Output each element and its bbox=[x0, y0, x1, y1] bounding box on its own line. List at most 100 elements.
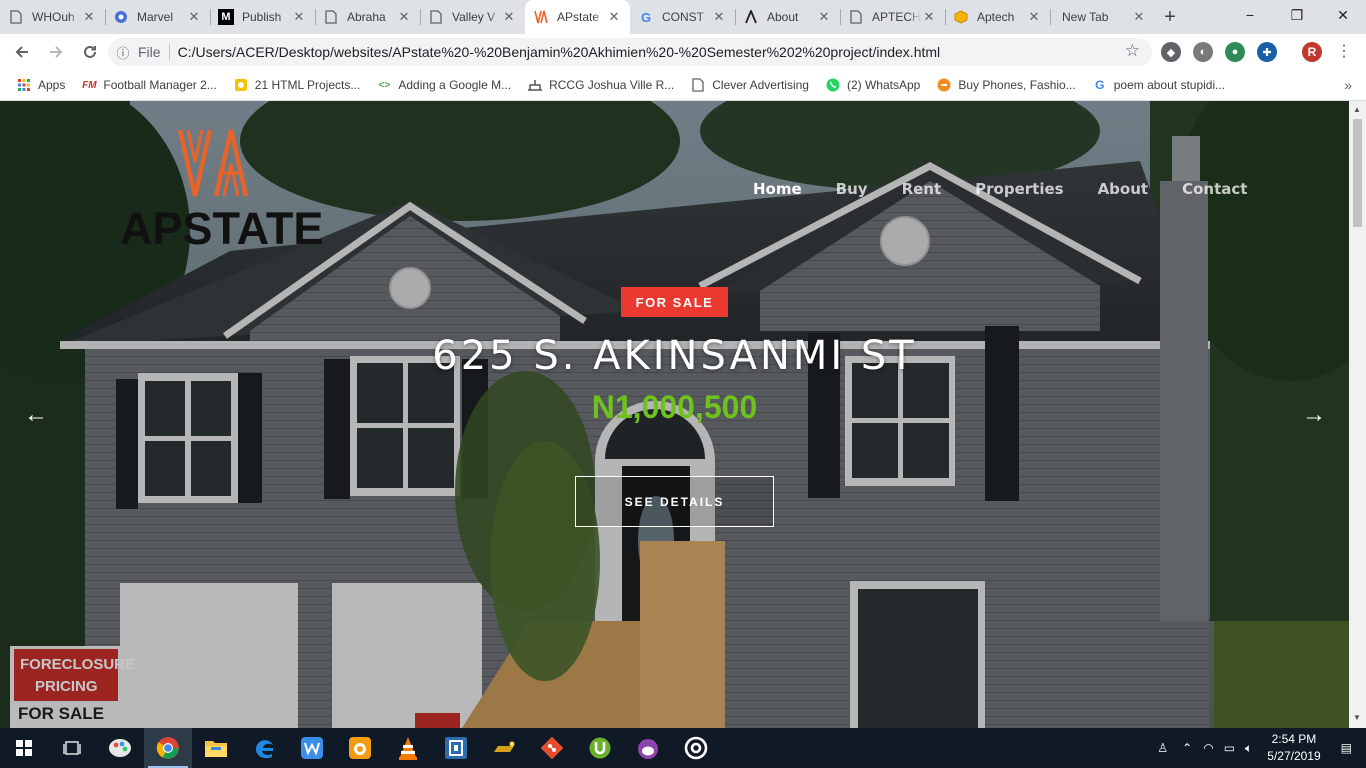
bookmark-item[interactable]: FM Football Manager 2... bbox=[81, 77, 217, 93]
cube-icon bbox=[953, 9, 969, 25]
maximize-button[interactable]: ❐ bbox=[1274, 0, 1320, 30]
browser-tab[interactable]: About ✕ bbox=[735, 0, 840, 34]
utorrent-icon bbox=[589, 737, 611, 759]
nav-buy[interactable]: Buy bbox=[819, 177, 885, 201]
taskbar-app-cat[interactable] bbox=[624, 728, 672, 768]
volume-icon[interactable]: 🔈︎ bbox=[1240, 741, 1257, 756]
scroll-down-icon[interactable]: ▼ bbox=[1353, 713, 1361, 722]
taskbar-app-utorrent[interactable] bbox=[576, 728, 624, 768]
nav-contact[interactable]: Contact bbox=[1165, 177, 1264, 201]
taskbar-clock[interactable]: 2:54 PM 5/27/2019 bbox=[1257, 731, 1330, 765]
site-logo[interactable]: APSTATE bbox=[120, 128, 323, 251]
taskbar-app-file-explorer[interactable] bbox=[192, 728, 240, 768]
bookmark-star-icon[interactable]: ☆ bbox=[1125, 41, 1140, 61]
extension-globe-icon[interactable]: ● bbox=[1225, 42, 1245, 62]
taskbar-app-paint[interactable] bbox=[96, 728, 144, 768]
close-icon[interactable]: ✕ bbox=[921, 9, 937, 25]
taskbar-app-uc-browser[interactable] bbox=[336, 728, 384, 768]
close-window-button[interactable]: ✕ bbox=[1320, 0, 1366, 30]
globe-icon bbox=[113, 9, 129, 25]
taskbar-app-git[interactable] bbox=[528, 728, 576, 768]
carousel-prev-arrow-icon[interactable]: ← bbox=[24, 401, 48, 429]
folder-icon bbox=[205, 741, 227, 757]
taskbar-app-blue[interactable] bbox=[432, 728, 480, 768]
page-icon bbox=[848, 9, 864, 25]
close-icon[interactable]: ✕ bbox=[711, 9, 727, 25]
menu-kebab-icon[interactable]: ⋮ bbox=[1336, 41, 1352, 61]
profile-avatar[interactable]: R bbox=[1302, 42, 1322, 62]
url-text[interactable]: C:/Users/ACER/Desktop/websites/APstate%2… bbox=[178, 44, 941, 60]
extension-icon[interactable]: ◐ bbox=[1193, 42, 1213, 62]
page-icon bbox=[428, 9, 444, 25]
chevron-up-icon[interactable]: ⌃ bbox=[1176, 741, 1198, 755]
browser-tab-active[interactable]: APstate ✕ bbox=[525, 0, 630, 34]
close-icon[interactable]: ✕ bbox=[186, 9, 202, 25]
scroll-up-icon[interactable]: ▲ bbox=[1353, 105, 1361, 114]
new-tab-button[interactable]: + bbox=[1155, 0, 1185, 34]
browser-tab[interactable]: WHOuh ✕ bbox=[0, 0, 105, 34]
yellow-diamond-icon bbox=[233, 77, 249, 93]
wifi-icon[interactable]: ◠ bbox=[1198, 741, 1218, 755]
task-view-button[interactable] bbox=[48, 728, 96, 768]
taskbar-app-lamp[interactable] bbox=[480, 728, 528, 768]
bookmark-item[interactable]: Buy Phones, Fashio... bbox=[936, 77, 1076, 93]
notifications-icon[interactable]: ▤ bbox=[1331, 741, 1366, 755]
bookmark-label: Adding a Google M... bbox=[398, 78, 512, 92]
people-icon[interactable]: ♙ bbox=[1149, 741, 1176, 755]
close-icon[interactable]: ✕ bbox=[1131, 9, 1147, 25]
nav-properties[interactable]: Properties bbox=[958, 177, 1080, 201]
close-icon[interactable]: ✕ bbox=[291, 9, 307, 25]
taskbar-app-vlc[interactable] bbox=[384, 728, 432, 768]
forward-button[interactable] bbox=[40, 36, 72, 68]
close-icon[interactable]: ✕ bbox=[1026, 9, 1042, 25]
minimize-button[interactable]: − bbox=[1227, 0, 1273, 30]
bookmarks-overflow-icon[interactable]: » bbox=[1344, 77, 1352, 93]
page-scrollbar[interactable]: ▲ ▼ bbox=[1349, 101, 1366, 728]
browser-tab[interactable]: Marvel ✕ bbox=[105, 0, 210, 34]
back-button[interactable] bbox=[6, 36, 38, 68]
bookmark-item[interactable]: G poem about stupidi... bbox=[1092, 77, 1225, 93]
taskbar-app-target[interactable] bbox=[672, 728, 720, 768]
close-icon[interactable]: ✕ bbox=[606, 9, 622, 25]
browser-tab[interactable]: APTECH ✕ bbox=[840, 0, 945, 34]
nav-rent[interactable]: Rent bbox=[885, 177, 959, 201]
info-icon[interactable]: ⓘ bbox=[108, 43, 138, 62]
taskbar-app-wps[interactable] bbox=[288, 728, 336, 768]
apps-grid-icon bbox=[16, 77, 32, 93]
bookmark-item[interactable]: <> Adding a Google M... bbox=[376, 77, 512, 93]
see-details-button[interactable]: SEE DETAILS bbox=[575, 476, 774, 527]
close-icon[interactable]: ✕ bbox=[396, 9, 412, 25]
bookmark-apps[interactable]: Apps bbox=[16, 77, 65, 93]
browser-tab[interactable]: Valley V ✕ bbox=[420, 0, 525, 34]
close-icon[interactable]: ✕ bbox=[501, 9, 517, 25]
start-button[interactable] bbox=[0, 728, 48, 768]
browser-tab[interactable]: Abraha ✕ bbox=[315, 0, 420, 34]
address-bar[interactable]: ⓘ File C:/Users/ACER/Desktop/websites/AP… bbox=[108, 38, 1152, 66]
bookmark-item[interactable]: Clever Advertising bbox=[690, 77, 809, 93]
extension-icon[interactable]: ✚ bbox=[1257, 42, 1277, 62]
bookmark-item[interactable]: RCCG Joshua Ville R... bbox=[527, 77, 674, 93]
close-icon[interactable]: ✕ bbox=[816, 9, 832, 25]
nav-about[interactable]: About bbox=[1081, 177, 1166, 201]
browser-tab[interactable]: Aptech ✕ bbox=[945, 0, 1050, 34]
tab-title: New Tab bbox=[1062, 10, 1109, 24]
carousel-next-arrow-icon[interactable]: → bbox=[1302, 401, 1326, 429]
taskbar-app-edge[interactable] bbox=[240, 728, 288, 768]
nav-home[interactable]: Home bbox=[736, 177, 819, 201]
paint-icon bbox=[109, 739, 131, 757]
bookmark-label: Apps bbox=[38, 78, 66, 92]
reload-button[interactable] bbox=[74, 36, 106, 68]
browser-tab[interactable]: New Tab ✕ bbox=[1050, 0, 1155, 34]
lamp-icon bbox=[494, 741, 515, 752]
bookmark-item[interactable]: 21 HTML Projects... bbox=[233, 77, 360, 93]
scroll-thumb[interactable] bbox=[1353, 119, 1362, 227]
browser-tab[interactable]: M Publish ✕ bbox=[210, 0, 315, 34]
close-icon[interactable]: ✕ bbox=[81, 9, 97, 25]
battery-icon[interactable]: ▭ bbox=[1219, 741, 1240, 755]
uc-icon bbox=[349, 737, 371, 759]
square-app-icon bbox=[445, 737, 467, 759]
extension-icon[interactable]: ◆ bbox=[1161, 42, 1181, 62]
bookmark-item[interactable]: (2) WhatsApp bbox=[825, 77, 920, 93]
browser-tab[interactable]: G CONST ✕ bbox=[630, 0, 735, 34]
taskbar-app-chrome[interactable] bbox=[144, 728, 192, 768]
